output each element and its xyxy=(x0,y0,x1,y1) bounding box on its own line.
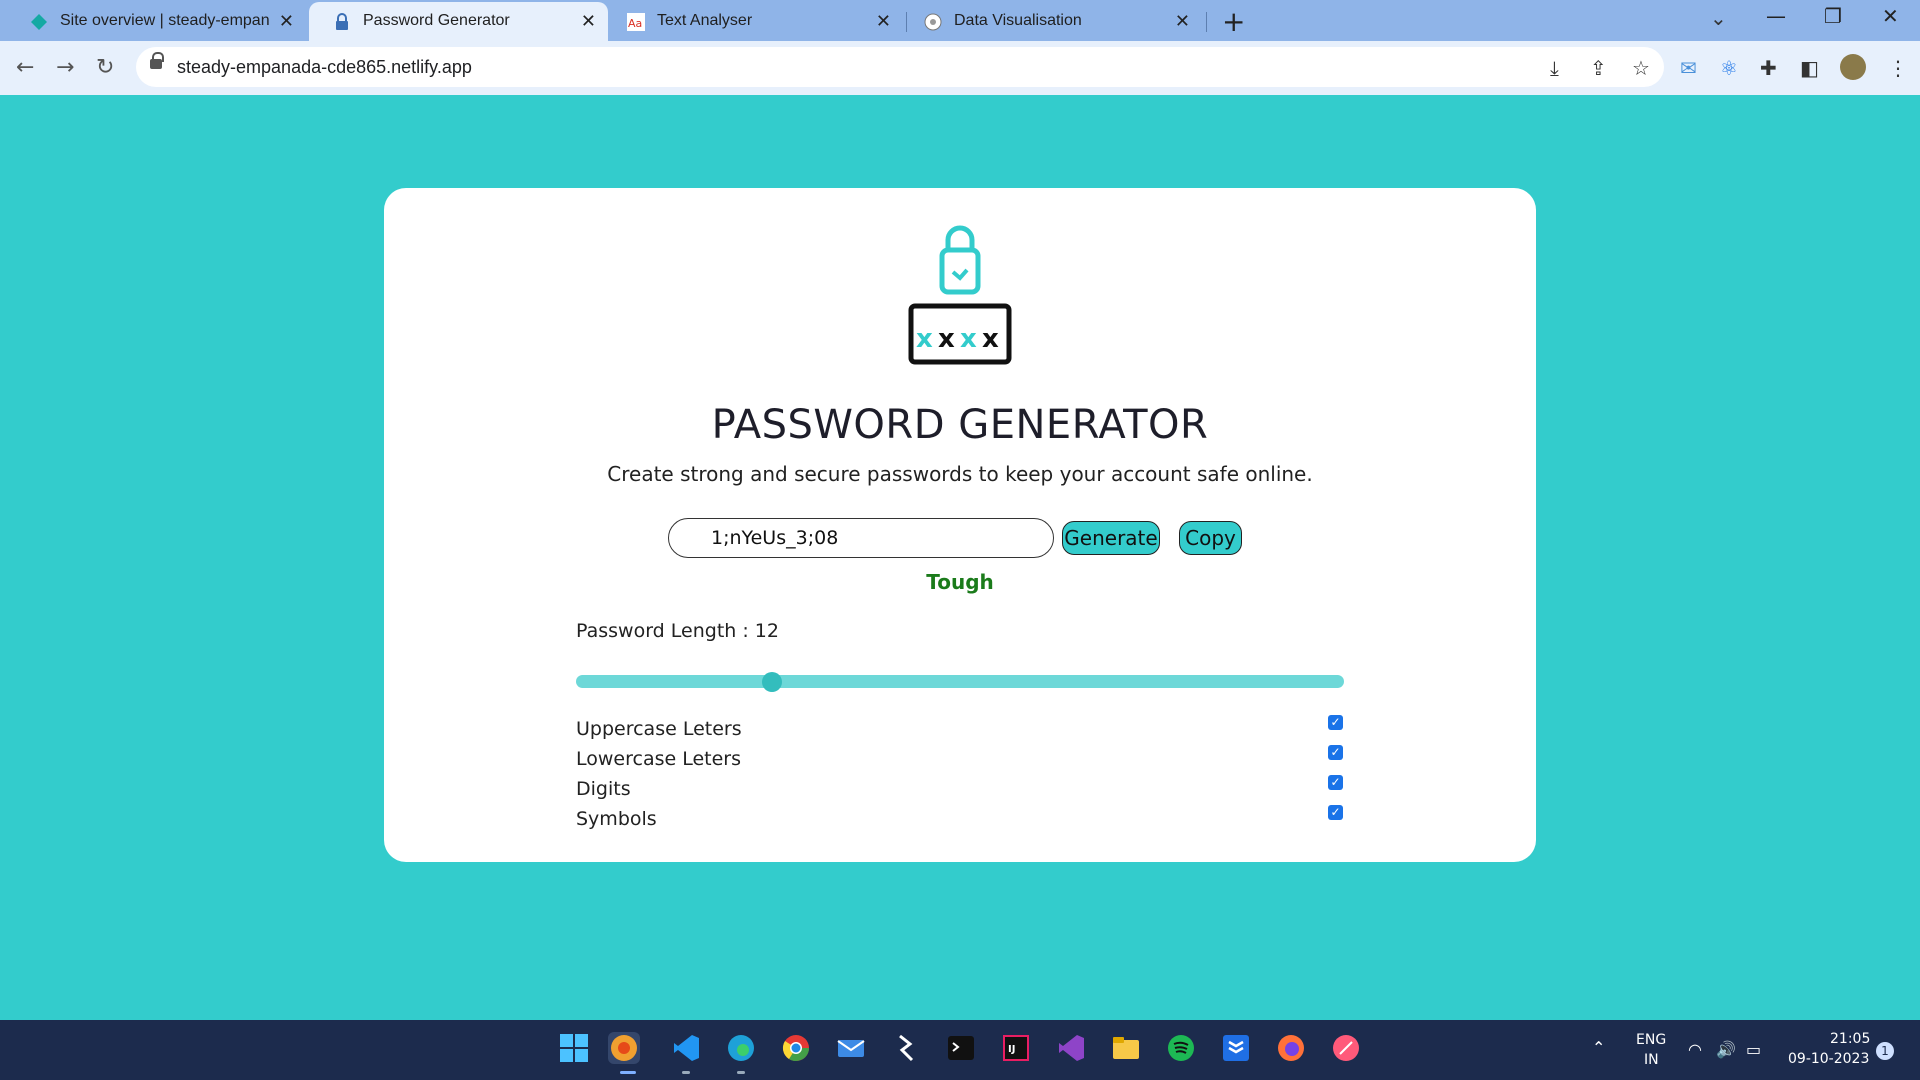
chrome-canary-taskbar-button[interactable] xyxy=(608,1032,640,1064)
show-hidden-icons-chevron-icon[interactable]: ⌃ xyxy=(1592,1038,1605,1057)
netlify-icon xyxy=(31,14,47,30)
running-app-indicator xyxy=(682,1071,690,1074)
firefox-icon[interactable] xyxy=(1275,1032,1307,1064)
lowercase-checkbox[interactable]: ✓ xyxy=(1328,745,1343,760)
password-lock-logo: x x x x xyxy=(908,225,1012,365)
option-digits-label: Digits xyxy=(576,778,631,800)
text-analyser-icon: Aa xyxy=(627,13,645,31)
length-slider-thumb[interactable] xyxy=(761,672,782,692)
language-indicator-line2[interactable]: IN xyxy=(1644,1052,1659,1068)
file-explorer-icon[interactable] xyxy=(1110,1032,1142,1064)
option-uppercase-label: Uppercase Leters xyxy=(576,718,742,740)
running-app-indicator xyxy=(737,1071,745,1074)
close-window-icon[interactable]: ✕ xyxy=(1882,4,1899,28)
strength-indicator: Tough xyxy=(926,570,994,594)
generate-button[interactable]: Generate xyxy=(1062,521,1160,555)
app-icon[interactable] xyxy=(1330,1032,1362,1064)
terminal-icon[interactable] xyxy=(945,1032,977,1064)
tab-site-overview[interactable]: Site overview | steady-empanada ✕ xyxy=(6,2,306,41)
symbols-checkbox[interactable]: ✓ xyxy=(1328,805,1343,820)
profile-avatar[interactable] xyxy=(1840,54,1866,80)
windows-start-icon[interactable] xyxy=(558,1032,590,1064)
svg-text:x: x xyxy=(938,324,955,354)
spotify-icon[interactable] xyxy=(1165,1032,1197,1064)
close-tab-icon[interactable]: ✕ xyxy=(279,11,294,32)
tab-label: Site overview | steady-empanada xyxy=(60,12,270,29)
password-length-label: Password Length : 12 xyxy=(576,620,779,642)
intellij-icon[interactable]: IJ xyxy=(1000,1032,1032,1064)
tab-label: Data Visualisation xyxy=(954,12,1082,29)
reload-icon[interactable]: ↻ xyxy=(96,55,114,80)
wifi-icon[interactable]: ◠ xyxy=(1688,1040,1702,1059)
vscode-icon[interactable] xyxy=(670,1032,702,1064)
dropbox-icon[interactable] xyxy=(1220,1032,1252,1064)
copy-button[interactable]: Copy xyxy=(1179,521,1242,555)
svg-text:Aa: Aa xyxy=(628,17,642,30)
padlock-icon xyxy=(336,13,348,30)
svg-text:IJ: IJ xyxy=(1008,1044,1015,1055)
edge-icon[interactable] xyxy=(725,1032,757,1064)
svg-text:x: x xyxy=(960,324,977,354)
tab-data-visualisation[interactable]: Data Visualisation ✕ xyxy=(900,2,1202,41)
volume-icon[interactable]: 🔊 xyxy=(1716,1040,1736,1059)
menu-kebab-icon[interactable]: ⋮ xyxy=(1888,56,1908,80)
tab-search-chevron-icon[interactable]: ⌄ xyxy=(1710,6,1727,30)
close-tab-icon[interactable]: ✕ xyxy=(581,11,596,32)
forward-icon[interactable]: → xyxy=(56,55,74,80)
tab-label: Text Analyser xyxy=(657,12,753,29)
tab-separator xyxy=(1206,12,1207,32)
battery-icon[interactable]: ▭ xyxy=(1746,1040,1761,1059)
chrome-icon[interactable] xyxy=(780,1032,812,1064)
close-tab-icon[interactable]: ✕ xyxy=(1175,11,1190,32)
clock-time[interactable]: 21:05 xyxy=(1830,1031,1870,1047)
svg-text:x: x xyxy=(916,324,933,354)
new-tab-button[interactable]: + xyxy=(1222,5,1245,38)
tab-password-generator[interactable]: Password Generator ✕ xyxy=(309,2,608,41)
password-output[interactable] xyxy=(668,518,1054,558)
extensions-puzzle-icon[interactable]: ✚ xyxy=(1760,56,1777,80)
chrome-canary-icon xyxy=(611,1035,637,1061)
digits-checkbox[interactable]: ✓ xyxy=(1328,775,1343,790)
install-app-icon[interactable]: ⤓ xyxy=(1550,56,1559,80)
mail-icon[interactable] xyxy=(835,1032,867,1064)
active-app-indicator xyxy=(620,1071,636,1074)
globe-icon xyxy=(924,13,942,31)
page-title: PASSWORD GENERATOR xyxy=(711,402,1209,448)
length-slider-track[interactable] xyxy=(576,675,1344,688)
sublime-icon[interactable] xyxy=(890,1032,922,1064)
react-devtools-icon[interactable]: ⚛ xyxy=(1720,56,1738,80)
bookmark-star-icon[interactable]: ☆ xyxy=(1632,56,1650,80)
url-text[interactable]: steady-empanada-cde865.netlify.app xyxy=(177,57,472,78)
extension-icon[interactable]: ✉ xyxy=(1680,56,1697,80)
svg-text:x: x xyxy=(982,324,999,354)
tab-label: Password Generator xyxy=(363,12,510,29)
page-subtitle: Create strong and secure passwords to ke… xyxy=(607,462,1313,486)
side-panel-icon[interactable]: ◧ xyxy=(1800,56,1819,80)
back-icon[interactable]: ← xyxy=(16,55,34,80)
uppercase-checkbox[interactable]: ✓ xyxy=(1328,715,1343,730)
notification-badge[interactable]: 1 xyxy=(1876,1042,1894,1060)
share-icon[interactable]: ⇪ xyxy=(1590,56,1607,80)
minimize-icon[interactable]: — xyxy=(1766,4,1786,28)
language-indicator-line1[interactable]: ENG xyxy=(1636,1032,1666,1048)
option-symbols-label: Symbols xyxy=(576,808,657,830)
visual-studio-icon[interactable] xyxy=(1055,1032,1087,1064)
option-lowercase-label: Lowercase Leters xyxy=(576,748,742,770)
close-tab-icon[interactable]: ✕ xyxy=(876,11,891,32)
lock-icon[interactable] xyxy=(150,52,164,69)
tab-text-analyser[interactable]: Aa Text Analyser ✕ xyxy=(603,2,903,41)
clock-date[interactable]: 09-10-2023 xyxy=(1788,1051,1869,1067)
restore-icon[interactable]: ❐ xyxy=(1824,4,1842,28)
